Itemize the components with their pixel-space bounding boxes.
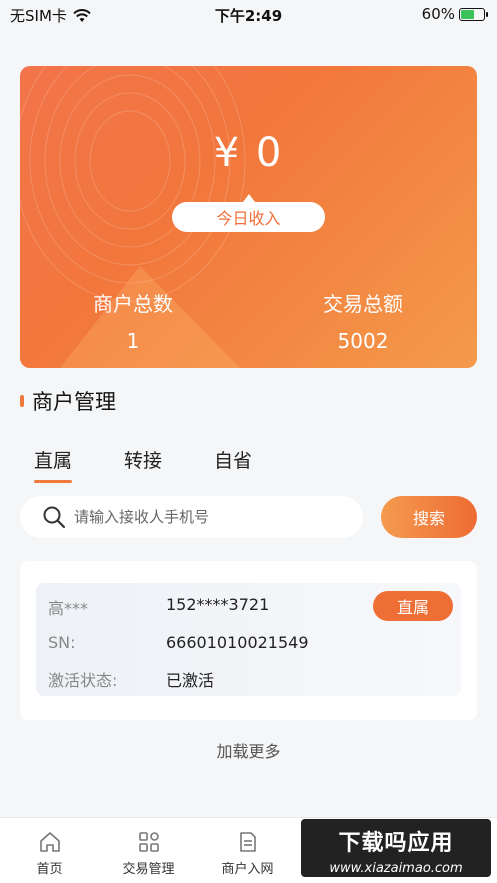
document-icon	[239, 832, 256, 852]
section-accent-bar	[20, 395, 24, 407]
status-value: 已激活	[166, 671, 215, 690]
merchant-count-stat: 商户总数 1	[33, 288, 233, 353]
battery-percent: 60%	[421, 5, 455, 23]
today-income-label: 今日收入	[172, 194, 325, 232]
watermark-url: www.xiazaimao.com	[329, 861, 463, 876]
status-right: 60%	[421, 5, 488, 23]
nav-label-onboard: 商户入网	[221, 862, 274, 877]
status-bar: 无SIM卡 下午2:49 60%	[0, 0, 497, 30]
trade-total-value: 5002	[337, 329, 389, 353]
search-button[interactable]: 搜索	[381, 496, 477, 538]
section-title: 商户管理	[32, 390, 116, 414]
home-icon	[39, 832, 60, 852]
grid-icon	[138, 832, 159, 852]
sn-value: 66601010021549	[166, 633, 309, 652]
nav-item-home[interactable]: 首页	[0, 818, 99, 883]
sn-label: SN:	[48, 633, 76, 652]
trade-total-label: 交易总额	[323, 292, 403, 316]
watermark-logo: 下载吗应用 www.xiazaimao.com	[301, 819, 491, 877]
battery-icon	[459, 7, 488, 21]
merchant-count-label: 商户总数	[93, 292, 173, 316]
tab-self[interactable]: 自省	[214, 446, 252, 483]
search-icon	[43, 506, 66, 529]
nav-item-onboard[interactable]: 商户入网	[198, 818, 297, 883]
battery-fill	[461, 9, 475, 19]
merchant-type-badge: 直属	[373, 591, 453, 621]
income-card: ¥ 0 今日收入 商户总数 1 交易总额 5002	[20, 66, 477, 368]
merchant-tabs: 直属 转接 自省	[34, 446, 252, 483]
trade-total-stat: 交易总额 5002	[263, 288, 463, 353]
merchant-phone: 152****3721	[166, 595, 270, 614]
nav-label-home: 首页	[36, 862, 63, 877]
nav-item-trade[interactable]: 交易管理	[99, 818, 198, 883]
merchant-card[interactable]: 高*** 152****3721 直属 SN: 66601010021549 激…	[20, 561, 477, 720]
search-bar	[20, 496, 363, 538]
nav-label-trade: 交易管理	[122, 862, 175, 877]
merchant-card-body: 高*** 152****3721 直属 SN: 66601010021549 激…	[36, 583, 461, 696]
merchant-name: 高***	[48, 599, 89, 618]
section-header: 商户管理	[20, 386, 116, 416]
income-amount: ¥ 0	[213, 130, 284, 176]
load-more-link[interactable]: 加载更多	[0, 738, 497, 762]
tab-direct[interactable]: 直属	[34, 446, 73, 483]
merchant-count-value: 1	[126, 329, 140, 353]
status-label: 激活状态:	[48, 671, 118, 690]
tab-transfer[interactable]: 转接	[124, 446, 162, 483]
watermark-title: 下载吗应用	[338, 831, 454, 856]
search-input[interactable]	[74, 508, 334, 526]
